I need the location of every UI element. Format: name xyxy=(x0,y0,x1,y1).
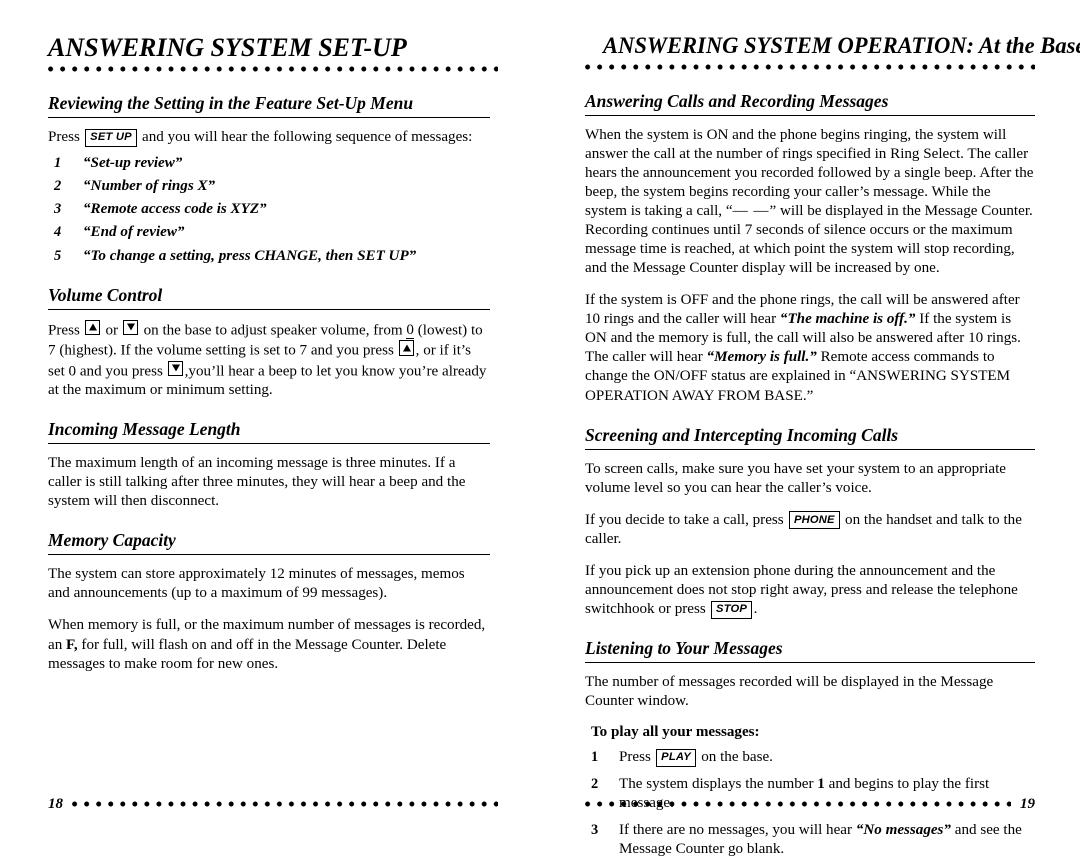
section-heading-answering-calls: Answering Calls and Recording Messages xyxy=(585,91,1035,116)
screening-text-3: If you pick up an extension phone during… xyxy=(585,562,1018,617)
section-heading-memory-capacity: Memory Capacity xyxy=(48,530,490,556)
list-item: 2 “Number of rings X” xyxy=(48,177,490,196)
list-item-number: 5 xyxy=(54,247,62,264)
listening-paragraph-1: The number of messages recorded will be … xyxy=(585,673,994,710)
step-text-pre: The system displays the number xyxy=(619,776,814,793)
right-footer: 19 xyxy=(585,796,1035,812)
list-item-label: “End of review” xyxy=(83,224,185,241)
section-incoming-message-length: Incoming Message Length The maximum leng… xyxy=(48,419,490,511)
list-item: 1 “Set-up review” xyxy=(48,154,490,173)
volume-down-icon[interactable] xyxy=(123,319,139,336)
volume-control-paragraph: Press or on the base to adjust speaker v… xyxy=(48,319,490,401)
section-heading-listening-messages: Listening to Your Messages xyxy=(585,638,1035,663)
screening-paragraph-1: To screen calls, make sure you have set … xyxy=(585,460,1007,496)
reviewing-intro-paragraph: Press SET UP and you will hear the follo… xyxy=(48,128,490,147)
left-footer: 18 xyxy=(48,796,498,812)
list-item-number: 2 xyxy=(591,776,599,793)
section-heading-incoming-message-length: Incoming Message Length xyxy=(48,419,490,445)
left-running-head: ANSWERING SYSTEM SET-UP xyxy=(48,33,407,62)
right-header-dot-rule xyxy=(585,61,1035,72)
memory-capacity-paragraph-1: The system can store approximately 12 mi… xyxy=(48,566,465,602)
step-text-pre: If there are no messages, you will hear xyxy=(619,822,853,839)
announcement-memory-full: “Memory is full.” xyxy=(706,349,817,366)
volume-text-1: Press xyxy=(48,322,80,339)
section-screening-calls: Screening and Intercepting Incoming Call… xyxy=(585,425,1035,619)
play-key-cap[interactable]: PLAY xyxy=(656,748,696,767)
list-item-label: “Number of rings X” xyxy=(83,178,216,195)
phone-key-cap[interactable]: PHONE xyxy=(788,511,840,530)
reviewing-sequence-list: 1 “Set-up review” 2 “Number of rings X” 3 “… xyxy=(48,154,490,265)
list-item: 4 “End of review” xyxy=(48,223,490,242)
volume-up-icon[interactable] xyxy=(399,340,415,356)
list-item: 3 If there are no messages, you will hear… xyxy=(585,821,1035,859)
step-text-post: on the base. xyxy=(701,749,773,766)
announcement-no-messages: “No messages” xyxy=(855,822,951,839)
screening-paragraph-2: If you decide to take a call, press PHON… xyxy=(585,511,1035,549)
answering-calls-paragraph-2: If the system is OFF and the phone rings… xyxy=(585,291,1035,405)
memory-full-indicator: F, xyxy=(66,636,78,653)
message-counter-value: 1 xyxy=(817,776,825,793)
volume-text-2: or xyxy=(105,322,119,339)
list-item-number: 3 xyxy=(591,822,599,839)
section-volume-control: Volume Control Press or on the base to a… xyxy=(48,285,490,401)
memory-text-2: for full, will flash on and off in the M… xyxy=(48,636,447,672)
section-answering-calls: Answering Calls and Recording Messages W… xyxy=(585,91,1035,406)
right-page-number: 19 xyxy=(1020,795,1035,812)
list-item: 1 Press PLAY on the base. xyxy=(585,748,1035,767)
reviewing-intro-pre: Press xyxy=(48,129,80,146)
message-counter-dashes: — — xyxy=(732,202,770,219)
right-running-head: ANSWERING SYSTEM OPERATION: At the Base xyxy=(603,33,1080,59)
list-item-label: “To change a setting, press CHANGE, then… xyxy=(83,247,417,264)
left-footer-dot-rule xyxy=(72,799,498,809)
section-listening-messages: Listening to Your Messages The number of… xyxy=(585,638,1035,859)
section-heading-screening-calls: Screening and Intercepting Incoming Call… xyxy=(585,425,1035,450)
step-text-pre: Press xyxy=(619,749,651,766)
list-item-label: “Remote access code is XYZ” xyxy=(83,201,267,218)
volume-down-icon[interactable] xyxy=(168,360,184,377)
list-item-number: 2 xyxy=(54,178,62,195)
section-heading-reviewing-setting: Reviewing the Setting in the Feature Set… xyxy=(48,93,490,119)
list-item-label: “Set-up review” xyxy=(83,155,183,172)
screening-paragraph-3: If you pick up an extension phone during… xyxy=(585,562,1035,619)
section-memory-capacity: Memory Capacity The system can store app… xyxy=(48,530,490,673)
section-heading-volume-control: Volume Control xyxy=(48,285,490,310)
list-item-number: 4 xyxy=(54,224,62,241)
list-item-number: 3 xyxy=(54,201,62,218)
volume-up-icon[interactable] xyxy=(85,319,101,336)
list-item: 5 “To change a setting, press CHANGE, the… xyxy=(48,247,490,266)
volume-min-value: 0 xyxy=(406,322,414,340)
left-header-dot-rule xyxy=(48,64,498,75)
setup-key-cap[interactable]: SET UP xyxy=(85,128,137,147)
list-item-number: 1 xyxy=(591,749,599,766)
list-item: 3 “Remote access code is XYZ” xyxy=(48,200,490,219)
section-reviewing-setting: Reviewing the Setting in the Feature Set… xyxy=(48,93,490,265)
memory-capacity-paragraph-2: When memory is full, or the maximum numb… xyxy=(48,616,490,673)
list-item-number: 1 xyxy=(54,155,62,172)
right-footer-dot-rule xyxy=(585,799,1011,809)
announcement-machine-off: “The machine is off.” xyxy=(779,311,916,328)
left-page-number: 18 xyxy=(48,795,63,812)
manual-spread: ANSWERING SYSTEM SET-UP Reviewing the Se… xyxy=(0,0,1080,857)
reviewing-intro-post: and you will hear the following sequence… xyxy=(142,129,473,146)
answering-calls-paragraph-1: When the system is ON and the phone begi… xyxy=(585,126,1035,279)
stop-key-cap[interactable]: STOP xyxy=(711,600,753,619)
volume-text-3: on the base to adjust speaker volume, fr… xyxy=(143,322,403,339)
incoming-message-length-paragraph: The maximum length of an incoming messag… xyxy=(48,455,466,510)
right-page: ANSWERING SYSTEM OPERATION: At the Base … xyxy=(540,0,1080,857)
left-page: ANSWERING SYSTEM SET-UP Reviewing the Se… xyxy=(0,0,540,834)
play-messages-subheading: To play all your messages: xyxy=(591,724,760,741)
screening-text-4: . xyxy=(753,600,758,617)
screening-text-1: If you decide to take a call, press xyxy=(585,511,784,528)
